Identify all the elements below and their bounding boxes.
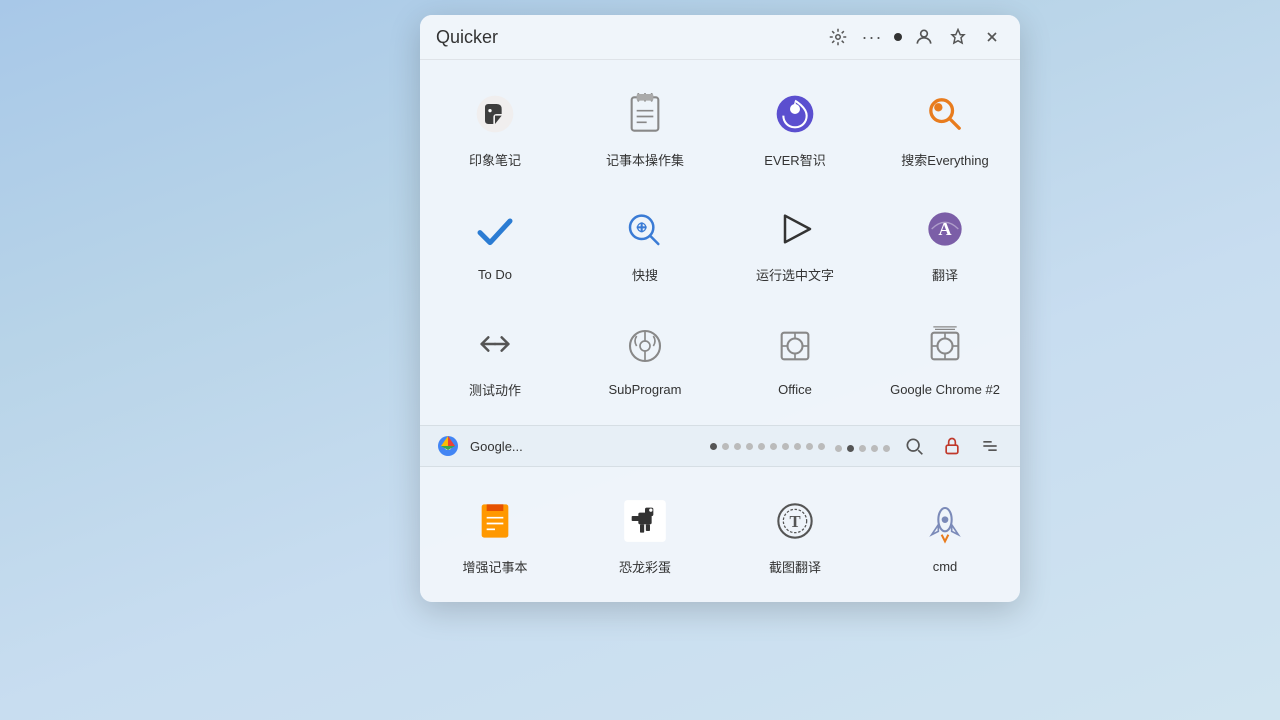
pin-icon[interactable] [946,25,970,49]
notebook-icon [467,493,523,549]
app-cmd[interactable]: cmd [872,479,1018,590]
screenshot-label: 截图翻译 [769,557,821,576]
chrome2-label: Google Chrome #2 [890,382,1000,397]
ever-label: EVER智识 [764,150,825,169]
page-dot-4[interactable] [746,443,753,450]
page-dot-6[interactable] [770,443,777,450]
search-icon [917,86,973,142]
dino-icon [617,493,673,549]
cmd-icon [917,495,973,551]
top-apps-grid: 印象笔记 记事本操作集 [420,60,1020,425]
page-dot-12[interactable] [847,445,854,452]
app-subprogram[interactable]: SubProgram [572,302,718,413]
title-icons: ··· [826,25,1004,49]
page-dot-10[interactable] [818,443,825,450]
translate-icon: A [917,201,973,257]
dino-label: 恐龙彩蛋 [619,557,671,576]
app-todo[interactable]: To Do [422,187,568,298]
more-icon[interactable]: ··· [860,25,884,49]
search-action-icon[interactable] [900,432,928,460]
app-notebook[interactable]: 增强记事本 [422,479,568,590]
screenshot-icon: T [767,493,823,549]
office-label: Office [778,382,812,397]
app-ever[interactable]: EVER智识 [722,72,868,183]
bottom-actions [900,432,1004,460]
page-dot-13[interactable] [859,445,866,452]
page-dot-8[interactable] [794,443,801,450]
page-dot-9[interactable] [806,443,813,450]
bottom-app-name: Google... [470,439,700,454]
cmd-label: cmd [933,559,958,574]
page-dot-2[interactable] [722,443,729,450]
page-dots [710,437,890,455]
page-dot-1[interactable] [710,443,717,450]
app-evernote[interactable]: 印象笔记 [422,72,568,183]
page-dot-3[interactable] [734,443,741,450]
office-icon [767,318,823,374]
app-title: Quicker [436,27,818,48]
lock-action-icon[interactable] [938,432,966,460]
close-icon[interactable] [980,25,1004,49]
app-office[interactable]: Office [722,302,868,413]
app-noteops[interactable]: 记事本操作集 [572,72,718,183]
lower-apps-grid: 增强记事本 恐龙彩蛋 [420,467,1020,602]
quicker-window: Quicker ··· [420,15,1020,602]
user-icon[interactable] [912,25,936,49]
quicksearch-icon [617,201,673,257]
run-label: 运行选中文字 [756,265,834,284]
noteops-label: 记事本操作集 [606,150,684,169]
evernote-label: 印象笔记 [469,150,521,169]
search-label: 搜索Everything [901,150,988,169]
todo-icon [467,203,523,259]
title-bar: Quicker ··· [420,15,1020,60]
settings-icon[interactable] [826,25,850,49]
chrome2-icon [917,318,973,374]
translate-label: 翻译 [932,265,958,284]
status-dot [894,33,902,41]
bottom-app-icon [436,434,460,458]
quicksearch-label: 快搜 [632,265,658,284]
ever-icon [767,86,823,142]
app-translate[interactable]: A 翻译 [872,187,1018,298]
app-test[interactable]: 测试动作 [422,302,568,413]
test-icon [467,316,523,372]
app-search[interactable]: 搜索Everything [872,72,1018,183]
notebook-label: 增强记事本 [462,557,527,576]
app-chrome2[interactable]: Google Chrome #2 [872,302,1018,413]
page-dot-7[interactable] [782,443,789,450]
app-screenshot[interactable]: T 截图翻译 [722,479,868,590]
run-icon [767,201,823,257]
svg-text:T: T [789,512,800,531]
app-quicksearch[interactable]: 快搜 [572,187,718,298]
app-run[interactable]: 运行选中文字 [722,187,868,298]
page-dot-11[interactable] [835,445,842,452]
noteops-icon [617,86,673,142]
tools-action-icon[interactable] [976,432,1004,460]
subprogram-label: SubProgram [609,382,682,397]
bottom-bar: Google... [420,425,1020,467]
page-dot-14[interactable] [871,445,878,452]
evernote-icon [467,86,523,142]
todo-label: To Do [478,267,512,282]
test-label: 测试动作 [469,380,521,399]
app-dino[interactable]: 恐龙彩蛋 [572,479,718,590]
page-dot-15[interactable] [883,445,890,452]
page-dot-5[interactable] [758,443,765,450]
subprogram-icon [617,318,673,374]
